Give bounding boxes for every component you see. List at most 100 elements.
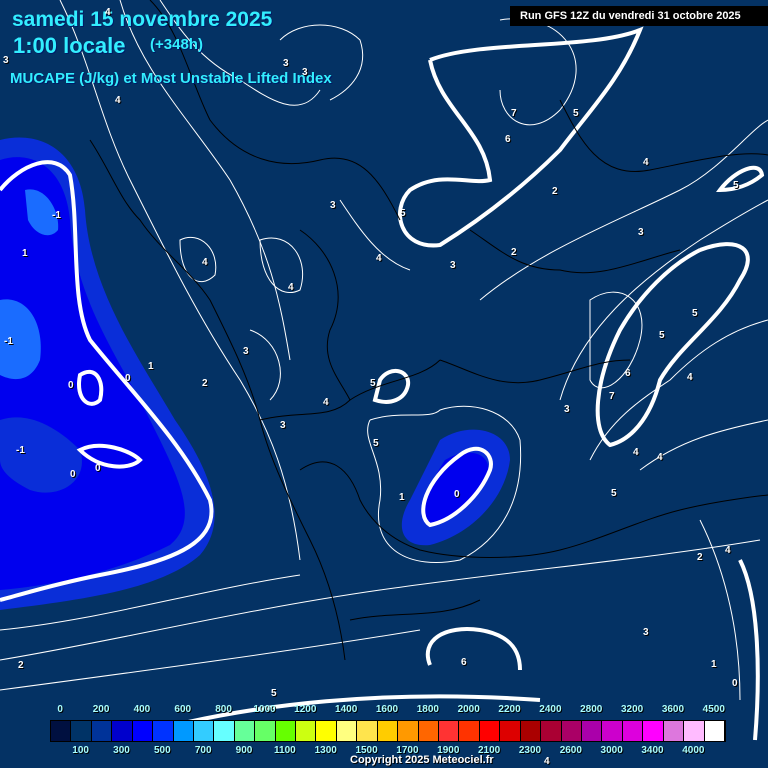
- legend-label: 300: [113, 745, 130, 756]
- legend-label: 600: [174, 704, 192, 715]
- contour-label: 1: [22, 248, 28, 259]
- contour-label: 5: [692, 308, 698, 319]
- legend-swatch: [173, 721, 194, 741]
- contour-label: 4: [202, 257, 208, 268]
- legend-swatch: [234, 721, 256, 741]
- legend-label: 2800: [580, 704, 603, 715]
- legend-swatch: [193, 721, 215, 741]
- legend-label: 800: [215, 704, 232, 715]
- contour-label: 3: [564, 404, 570, 415]
- run-info: Run GFS 12Z du vendredi 31 octobre 2025: [510, 6, 768, 26]
- contour-label: 6: [625, 368, 631, 379]
- legend-swatch: [541, 721, 562, 741]
- legend-label: 1800: [416, 704, 439, 715]
- legend-swatch: [520, 721, 542, 741]
- contour-label: 6: [505, 134, 511, 145]
- legend-swatch: [459, 721, 480, 741]
- legend-swatch: [91, 721, 113, 741]
- legend-label: 1000: [253, 704, 276, 715]
- contour-label: 5: [573, 108, 579, 119]
- legend-label: 0: [57, 704, 63, 715]
- contour-label: 2: [511, 247, 517, 258]
- contour-label: 5: [611, 488, 617, 499]
- contour-label: -1: [52, 210, 61, 221]
- contour-label: 1: [711, 659, 717, 670]
- legend-swatch: [602, 721, 623, 741]
- contour-label: 4: [687, 372, 693, 383]
- contour-label: 0: [70, 469, 76, 480]
- legend-swatch: [643, 721, 664, 741]
- contour-label: 3: [3, 55, 9, 66]
- contour-label: 0: [125, 373, 131, 384]
- contour-label: 4: [544, 756, 550, 767]
- contour-label: 2: [202, 378, 208, 389]
- contour-label: 7: [511, 108, 517, 119]
- legend-swatch: [663, 721, 685, 741]
- legend-swatch: [377, 721, 399, 741]
- contour-label: 4: [633, 447, 639, 458]
- contour-label: 4: [725, 545, 731, 556]
- contour-label: 4: [657, 452, 663, 463]
- legend-label: 3000: [600, 745, 623, 756]
- contour-label: 4: [288, 282, 294, 293]
- contour-label: 3: [638, 227, 644, 238]
- legend-label: 1600: [375, 704, 399, 715]
- contour-label: 0: [95, 463, 101, 474]
- forecast-date: samedi 15 novembre 2025: [12, 8, 273, 31]
- legend-label: 1300: [314, 745, 337, 756]
- contour-label: 3: [243, 346, 249, 357]
- legend-swatch: [581, 721, 603, 741]
- contour-label: 2: [697, 552, 703, 563]
- contour-label: 5: [400, 208, 406, 219]
- legend-swatch: [418, 721, 440, 741]
- legend-label: 2000: [457, 704, 480, 715]
- contour-label: 4: [323, 397, 329, 408]
- contour-label: 0: [68, 380, 74, 391]
- legend-swatch: [500, 721, 521, 741]
- legend-swatch: [704, 721, 725, 741]
- contour-label: -1: [4, 336, 13, 347]
- legend-label: 2200: [498, 704, 521, 715]
- contour-label: 3: [302, 67, 308, 78]
- forecast-lead-time: (+348h): [150, 36, 203, 53]
- contour-label: 3: [450, 260, 456, 271]
- contour-label: 5: [733, 180, 739, 191]
- legend-label: 1400: [335, 704, 358, 715]
- legend-swatch: [51, 721, 72, 741]
- legend-label: 2300: [518, 745, 542, 756]
- contour-label: 3: [643, 627, 649, 638]
- contour-label: 4: [376, 253, 382, 264]
- legend-swatch: [316, 721, 337, 741]
- legend-label: 4500: [702, 704, 725, 715]
- legend-label: 900: [235, 745, 253, 756]
- copyright: Copyright 2025 Meteociel.fr: [350, 754, 494, 766]
- contour-label: 3: [330, 200, 336, 211]
- legend-label: 3200: [620, 704, 644, 715]
- contour-label: 1: [148, 361, 154, 372]
- contour-label: 5: [659, 330, 665, 341]
- legend-label: 100: [72, 745, 89, 756]
- legend-label: 3400: [641, 745, 664, 756]
- legend-swatch: [214, 721, 235, 741]
- legend-swatch: [112, 721, 133, 741]
- legend-label: 2600: [559, 745, 582, 756]
- contour-label: 5: [271, 688, 277, 699]
- legend-swatch: [255, 721, 276, 741]
- contour-label: 0: [732, 678, 738, 689]
- contour-label: 3: [280, 420, 286, 431]
- contour-label: 4: [105, 7, 111, 18]
- legend-label: 700: [194, 745, 212, 756]
- legend-label: 200: [92, 704, 110, 715]
- contour-label: 3: [283, 58, 289, 69]
- contour-label: 7: [609, 391, 615, 402]
- contour-label: 0: [454, 489, 460, 500]
- legend-label: 3600: [661, 704, 685, 715]
- weather-map: samedi 15 novembre 2025 1:00 locale (+34…: [0, 0, 768, 768]
- legend-label: 2400: [539, 704, 562, 715]
- legend-swatch: [622, 721, 644, 741]
- contour-label: 6: [461, 657, 467, 668]
- legend-label: 1200: [294, 704, 317, 715]
- legend-label: 400: [133, 704, 151, 715]
- contour-label: 4: [643, 157, 649, 168]
- legend-swatch: [684, 721, 705, 741]
